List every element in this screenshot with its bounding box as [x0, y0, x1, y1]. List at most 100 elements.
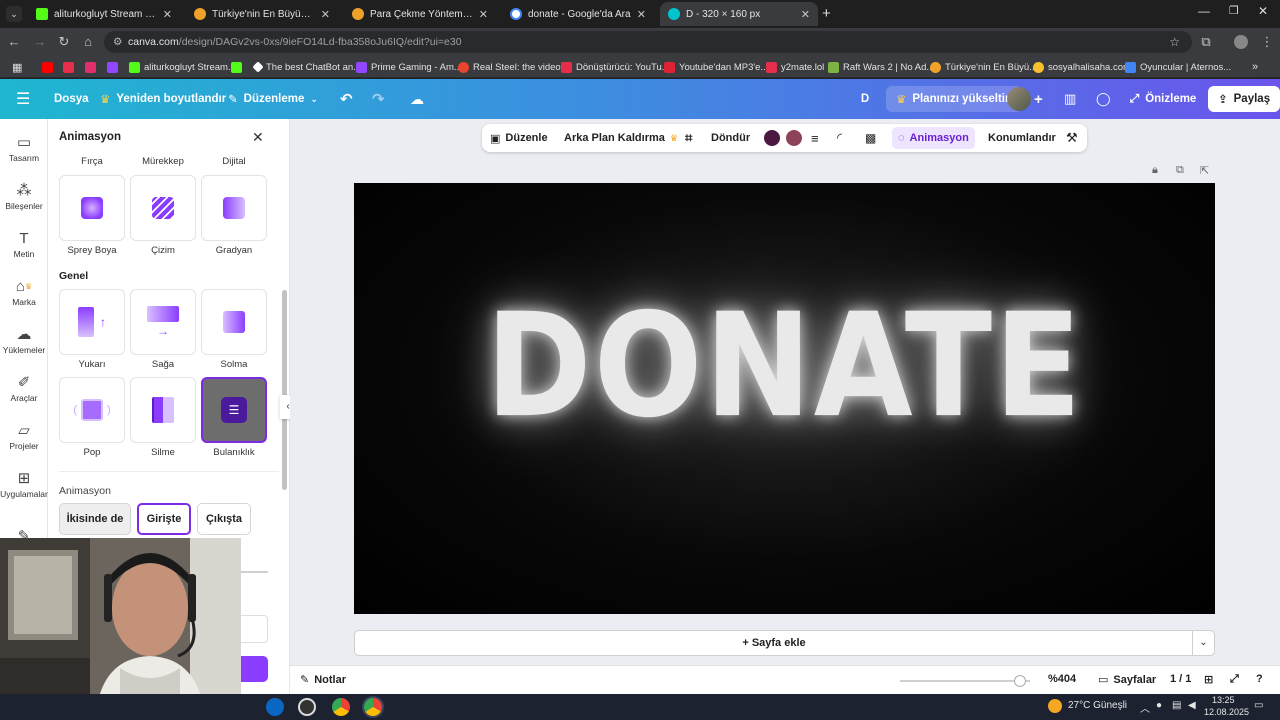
lock-icon[interactable]: 🔒︎: [1152, 164, 1158, 177]
mode-exit-button[interactable]: Çıkışta: [197, 503, 251, 535]
border-style-icon[interactable]: ≡: [811, 124, 819, 152]
bookmark-aternos[interactable]: Oyuncular | Aternos...: [1125, 60, 1231, 74]
anim-pan[interactable]: →: [130, 289, 196, 355]
bookmark-sosyalhalisaha[interactable]: sosyalhalisaha.com: [1033, 60, 1131, 74]
redo-icon[interactable]: ↷: [372, 89, 385, 109]
rail-item-brand[interactable]: ⌂♛ Marka: [0, 277, 48, 307]
bookmark-turkiye[interactable]: Türkiye'nin En Büyü...: [930, 60, 1037, 74]
background-remover-button[interactable]: Arka Plan Kaldırma ♛: [564, 124, 678, 152]
editing-mode-button[interactable]: ✎ Düzenleme ⌄: [228, 89, 318, 109]
collaborator-avatar[interactable]: D: [856, 89, 874, 109]
zoom-slider-thumb[interactable]: [1014, 675, 1026, 687]
back-arrow-icon[interactable]: ←: [6, 34, 22, 50]
anim-wipe[interactable]: [130, 377, 196, 443]
share-page-icon[interactable]: ⇱: [1200, 164, 1209, 177]
color-swatch-2[interactable]: [786, 130, 802, 146]
close-panel-icon[interactable]: ✕: [252, 129, 264, 146]
zoom-slider[interactable]: [900, 675, 1030, 687]
rail-item-tools[interactable]: ✐ Araçlar: [0, 373, 48, 403]
upgrade-plan-button[interactable]: ♛ Planınızı yükseltin: [886, 86, 1023, 112]
apps-grid-icon[interactable]: ▦: [12, 60, 22, 74]
undo-icon[interactable]: ↶: [340, 89, 353, 109]
transparency-icon[interactable]: ▩: [865, 124, 876, 152]
file-menu-button[interactable]: Dosya: [54, 89, 89, 109]
clock-date[interactable]: 12.08.2025: [1204, 707, 1249, 717]
browser-menu-icon[interactable]: ⋮: [1259, 34, 1275, 50]
notes-button[interactable]: ✎ Notlar: [300, 673, 346, 687]
notifications-icon[interactable]: ▭: [1254, 700, 1263, 711]
profile-avatar[interactable]: [1234, 35, 1248, 49]
more-bookmarks-icon[interactable]: »: [1252, 60, 1258, 74]
add-page-button[interactable]: + Sayfa ekle ⌄: [354, 630, 1215, 656]
resize-button[interactable]: ♛ Yeniden boyutlandır: [100, 89, 226, 109]
taskbar-chrome-icon[interactable]: [332, 698, 350, 716]
analytics-icon[interactable]: ▥: [1064, 89, 1076, 109]
rail-item-apps[interactable]: ⊞ Uygulamalar: [0, 469, 48, 499]
close-window-icon[interactable]: ✕: [1258, 4, 1268, 18]
anim-pop[interactable]: (): [59, 377, 125, 443]
bookmark-star-icon[interactable]: ☆: [1169, 31, 1180, 53]
rail-item-projects[interactable]: ▱ Projeler: [0, 421, 48, 451]
mode-enter-button[interactable]: Girişte: [137, 503, 191, 535]
zoom-level[interactable]: %404: [1048, 673, 1076, 685]
weather-text[interactable]: 27°C Güneşli: [1068, 700, 1127, 711]
taskbar-chrome-active-icon[interactable]: [364, 698, 382, 716]
fullscreen-icon[interactable]: ⤢: [1230, 673, 1239, 686]
bookmark-mp3[interactable]: Youtube'dan MP3'e...: [664, 60, 768, 74]
taskbar-app-icon[interactable]: [266, 698, 284, 716]
bookmark-prime-gaming[interactable]: Prime Gaming - Am...: [356, 60, 462, 74]
close-tab-icon[interactable]: ✕: [163, 8, 172, 21]
comments-icon[interactable]: ◯: [1096, 89, 1111, 109]
volume-icon[interactable]: ◀: [1188, 700, 1196, 711]
bookmark-kick[interactable]: [231, 60, 242, 74]
animate-button[interactable]: ◌ Animasyon: [892, 127, 975, 149]
edit-image-button[interactable]: ▣ Düzenle: [490, 124, 548, 152]
cloud-save-icon[interactable]: ☁: [410, 89, 424, 109]
network-icon[interactable]: ▤: [1172, 700, 1181, 711]
anim-fade[interactable]: [201, 289, 267, 355]
tray-chevron-icon[interactable]: ︿: [1140, 700, 1150, 715]
rail-item-elements[interactable]: ⁂ Bileşenler: [0, 181, 48, 211]
taskbar-obs-icon[interactable]: [298, 698, 316, 716]
pages-button[interactable]: ▭ Sayfalar: [1098, 673, 1156, 687]
tab-search-button[interactable]: ⌄: [6, 6, 22, 22]
rail-item-text[interactable]: T Metin: [0, 229, 48, 259]
close-tab-icon[interactable]: ✕: [637, 8, 646, 21]
bookmark-raft-wars[interactable]: Raft Wars 2 | No Ad...: [828, 60, 934, 74]
anim-gradient[interactable]: [201, 175, 267, 241]
close-tab-icon[interactable]: ✕: [479, 8, 488, 21]
browser-tab[interactable]: Türkiye'nin En Büyük Oyuncu D ✕: [186, 2, 338, 26]
bookmark-converter[interactable]: Dönüştürücü: YouTu...: [561, 60, 670, 74]
anim-rise[interactable]: ↑: [59, 289, 125, 355]
bookmark-chatbot[interactable]: The best ChatBot an...: [252, 60, 361, 74]
mic-icon[interactable]: ●: [1156, 700, 1162, 711]
url-input[interactable]: ⚙ canva.com/design/DAGv2vs-0xs/9ieFO14Ld…: [104, 31, 1192, 53]
anim-spray-paint[interactable]: [59, 175, 125, 241]
bookmark-music[interactable]: [63, 60, 74, 74]
close-tab-icon[interactable]: ✕: [321, 8, 330, 21]
minimize-window-icon[interactable]: —: [1198, 4, 1210, 18]
reload-icon[interactable]: ↻: [56, 34, 72, 50]
anim-blur-selected[interactable]: ☰: [201, 377, 267, 443]
bookmark-y2mate[interactable]: y2mate.lol: [766, 60, 824, 74]
share-button[interactable]: ⇪ Paylaş: [1208, 86, 1280, 112]
menu-icon[interactable]: ☰: [16, 89, 30, 109]
rail-item-design[interactable]: ▭ Tasarım: [0, 133, 48, 163]
browser-tab[interactable]: donate - Google'da Ara ✕: [502, 2, 654, 26]
help-icon[interactable]: ?: [1256, 673, 1263, 685]
bookmark-kick-stream[interactable]: aliturkogluyt Stream...: [129, 60, 236, 74]
chevron-down-icon[interactable]: ⌄: [1192, 631, 1214, 655]
bookmark-youtube[interactable]: [42, 60, 53, 74]
new-tab-icon[interactable]: +: [822, 5, 831, 22]
bookmark-instagram[interactable]: [85, 60, 96, 74]
restore-window-icon[interactable]: ❐: [1229, 4, 1239, 17]
close-tab-icon[interactable]: ✕: [801, 8, 810, 21]
browser-tab[interactable]: Para Çekme Yöntemlerim ✕: [344, 2, 496, 26]
forward-arrow-icon[interactable]: →: [32, 34, 48, 50]
corner-rounding-icon[interactable]: ◜: [837, 124, 842, 152]
rail-item-uploads[interactable]: ☁ Yüklemeler: [0, 325, 48, 355]
grid-view-icon[interactable]: ⊞: [1204, 673, 1213, 686]
browser-tab[interactable]: aliturkogluyt Stream - Watch Li ✕: [28, 2, 180, 26]
crop-icon[interactable]: ⌗: [685, 124, 692, 152]
color-swatch-1[interactable]: [764, 130, 780, 146]
